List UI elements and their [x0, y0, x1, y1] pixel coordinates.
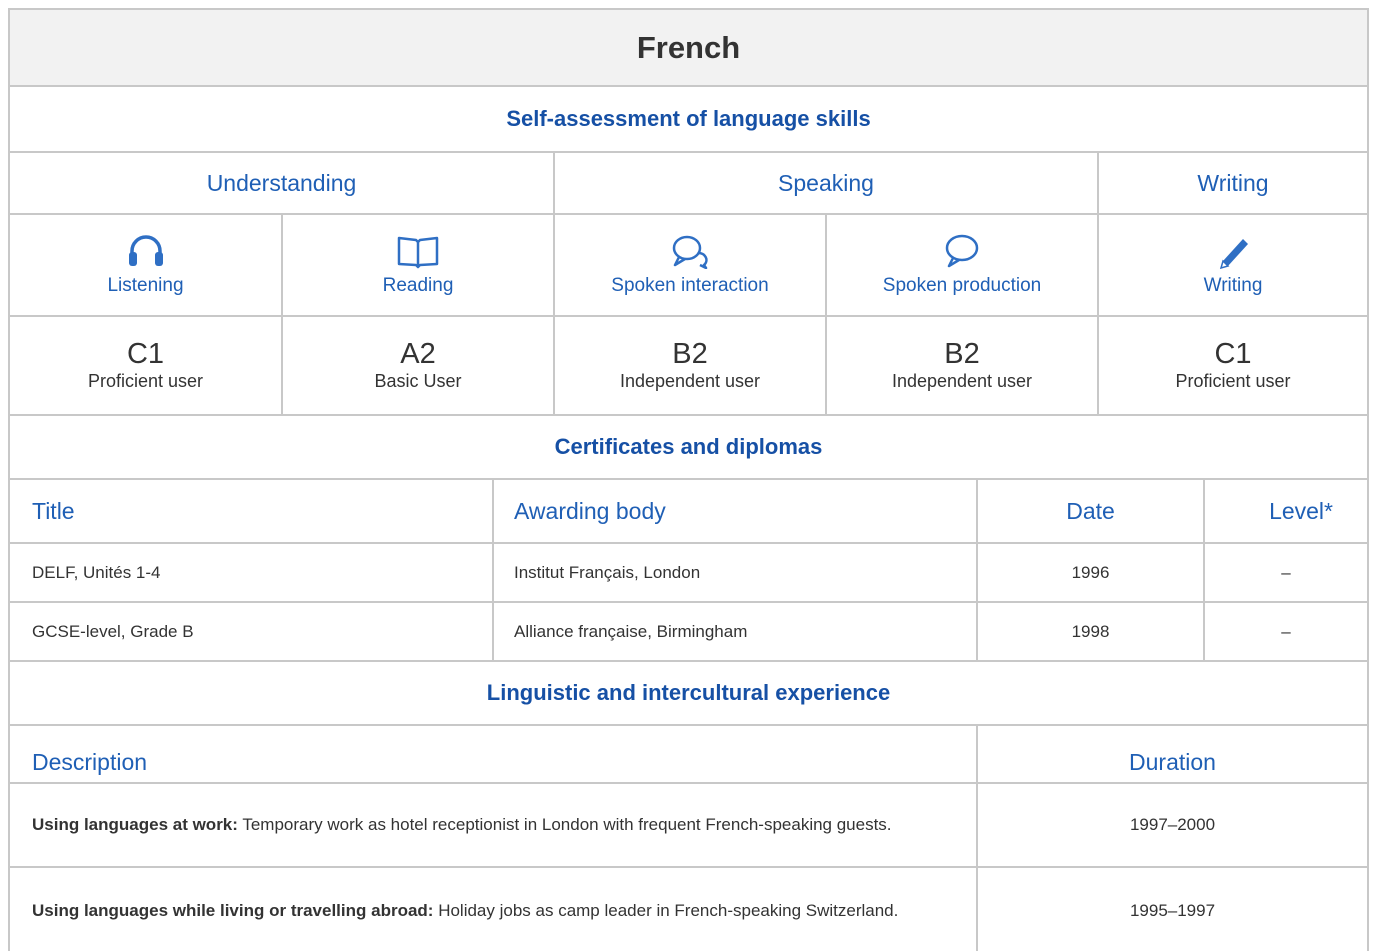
level-description: Independent user — [891, 371, 1033, 391]
cert-awarding-body: Institut Français, London — [514, 562, 701, 582]
self-assessment-heading-row: Self-assessment of language skills — [10, 87, 1367, 153]
skill-label: Spoken production — [882, 275, 1042, 296]
level-description: Basic User — [374, 371, 462, 391]
skill-label: Writing — [1203, 275, 1263, 296]
table-row: Using languages at work: Temporary work … — [10, 784, 1367, 868]
column-title: Title — [32, 497, 75, 524]
level-spoken-interaction: B2 Independent user — [555, 317, 825, 414]
cert-awarding-body: Alliance française, Birmingham — [514, 621, 748, 641]
language-title-row: French — [10, 10, 1367, 87]
level-code: C1 — [1214, 338, 1252, 370]
self-assessment-heading: Self-assessment of language skills — [506, 106, 871, 131]
language-profile-table: French Self-assessment of language skill… — [8, 8, 1369, 951]
cert-title: GCSE-level, Grade B — [32, 621, 194, 641]
experience-heading-row: Linguistic and intercultural experience — [10, 662, 1367, 726]
experience-label: Using languages at work: — [32, 815, 238, 834]
level-writing: C1 Proficient user — [1099, 317, 1367, 414]
skill-listening: Listening — [10, 215, 281, 315]
cert-level: – — [1281, 621, 1291, 641]
level-code: C1 — [126, 338, 165, 370]
level-description: Proficient user — [1175, 371, 1291, 391]
column-description: Description — [32, 749, 148, 775]
skill-spoken-interaction: Spoken interaction — [555, 215, 825, 315]
speech-bubble-icon — [942, 233, 982, 275]
chat-bubbles-icon — [670, 233, 710, 275]
category-understanding: Understanding — [206, 169, 357, 196]
level-code: B2 — [672, 338, 708, 370]
headphones-icon — [126, 233, 166, 275]
skill-spoken-production: Spoken production — [827, 215, 1097, 315]
column-awarding-body: Awarding body — [514, 497, 666, 524]
table-row: DELF, Unités 1-4 Institut Français, Lond… — [10, 544, 1367, 603]
experience-description: Using languages while living or travelli… — [10, 868, 976, 951]
cert-date: 1996 — [1071, 562, 1110, 582]
level-listening: C1 Proficient user — [10, 317, 281, 414]
experience-text: Holiday jobs as camp leader in French-sp… — [433, 900, 899, 920]
skill-writing: Writing — [1099, 215, 1367, 315]
table-row: GCSE-level, Grade B Alliance française, … — [10, 603, 1367, 662]
experience-duration: 1997–2000 — [1129, 815, 1216, 834]
cert-date: 1998 — [1071, 621, 1110, 641]
column-date: Date — [1066, 497, 1115, 524]
level-description: Independent user — [619, 371, 761, 391]
experience-text: Temporary work as hotel receptionist in … — [237, 815, 892, 834]
level-reading: A2 Basic User — [283, 317, 553, 414]
column-level: Level* — [1269, 497, 1333, 524]
level-spoken-production: B2 Independent user — [827, 317, 1097, 414]
pencil-icon — [1213, 233, 1253, 275]
column-duration: Duration — [1129, 749, 1216, 775]
certificates-heading: Certificates and diplomas — [554, 434, 823, 459]
language-title: French — [636, 29, 741, 65]
skill-categories-row: Understanding Speaking Writing — [10, 153, 1367, 215]
experience-duration: 1995–1997 — [1129, 900, 1216, 920]
experience-heading: Linguistic and intercultural experience — [486, 680, 891, 705]
skills-row: Listening Reading Spoken interaction Spo… — [10, 215, 1367, 317]
level-code: B2 — [944, 338, 980, 370]
book-icon — [396, 233, 440, 275]
experience-header-row: Description Duration — [10, 726, 1367, 784]
cert-level: – — [1281, 562, 1291, 582]
levels-row: C1 Proficient user A2 Basic User B2 Inde… — [10, 317, 1367, 416]
level-description: Proficient user — [87, 371, 204, 391]
certificates-heading-row: Certificates and diplomas — [10, 416, 1367, 480]
skill-reading: Reading — [283, 215, 553, 315]
table-row: Using languages while living or travelli… — [10, 868, 1367, 951]
experience-description: Using languages at work: Temporary work … — [10, 784, 976, 866]
experience-label: Using languages while living or travelli… — [32, 900, 434, 920]
level-code: A2 — [400, 338, 436, 370]
category-writing: Writing — [1197, 169, 1269, 196]
skill-label: Listening — [107, 275, 184, 296]
category-speaking: Speaking — [778, 169, 874, 196]
skill-label: Reading — [382, 275, 454, 296]
skill-label: Spoken interaction — [611, 275, 769, 296]
cert-title: DELF, Unités 1-4 — [32, 562, 161, 582]
certificates-header-row: Title Awarding body Date Level* — [10, 480, 1367, 544]
